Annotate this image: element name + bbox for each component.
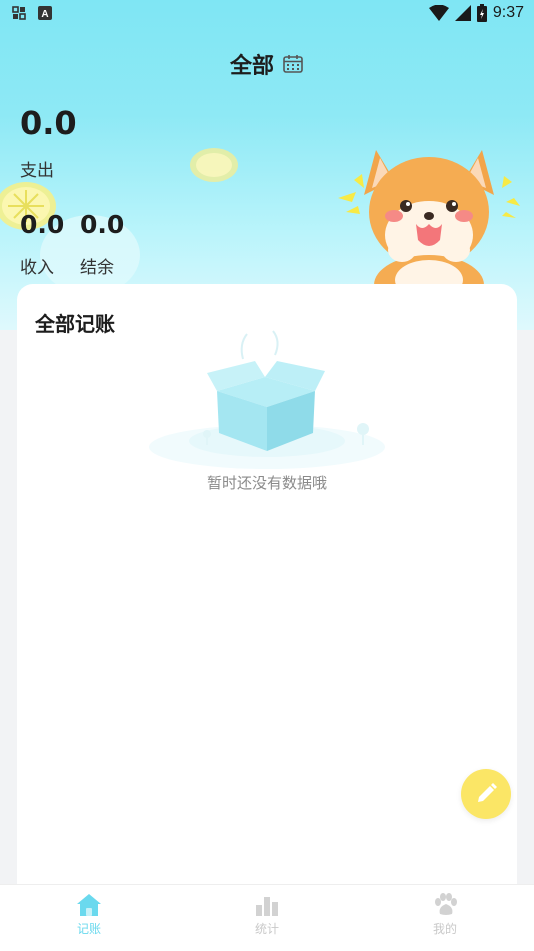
lemon-slice-decoration xyxy=(190,148,238,182)
records-title: 全部记账 xyxy=(35,312,115,336)
tab-mine-label: 我的 xyxy=(432,922,457,936)
pencil-icon xyxy=(478,783,497,802)
tab-record-label: 记账 xyxy=(76,922,101,936)
balance-value: 0.0 xyxy=(80,210,125,239)
notification-grid-icon xyxy=(12,6,26,20)
empty-state-text: 暂时还没有数据哦 xyxy=(206,474,327,492)
a-icon: A xyxy=(38,6,52,20)
battery-icon xyxy=(476,4,487,22)
wifi-icon xyxy=(428,5,449,21)
bottom-tab-bar: 记账 统计 我的 xyxy=(0,884,534,951)
status-bar: A 9:37 xyxy=(0,0,534,30)
tab-statistics[interactable]: 统计 xyxy=(227,893,307,937)
shiba-dog-mascot xyxy=(338,150,520,285)
calendar-icon[interactable] xyxy=(282,53,304,75)
tab-mine[interactable]: 我的 xyxy=(405,893,485,937)
svg-text:A: A xyxy=(41,9,48,20)
income-value: 0.0 xyxy=(20,210,65,239)
add-record-button[interactable] xyxy=(461,769,511,819)
income-label: 收入 xyxy=(20,258,54,278)
expense-value: 0.0 xyxy=(20,104,77,142)
home-icon xyxy=(77,894,101,916)
status-time: 9:37 xyxy=(492,4,524,21)
page-title[interactable]: 全部 xyxy=(230,48,274,80)
header-banner: A 9:37 全部 0.0 支出 0.0 收入 0.0 结余 xyxy=(0,0,534,330)
expense-label: 支出 xyxy=(20,161,54,181)
records-card: 全部记账 暂时还没有数据哦 xyxy=(17,284,517,904)
tab-record[interactable]: 记账 xyxy=(49,893,129,937)
empty-box-illustration xyxy=(149,330,385,469)
signal-icon xyxy=(454,5,471,21)
bar-chart-icon xyxy=(256,897,278,916)
paw-icon xyxy=(435,893,457,915)
tab-statistics-label: 统计 xyxy=(254,922,279,936)
balance-label: 结余 xyxy=(80,258,114,278)
